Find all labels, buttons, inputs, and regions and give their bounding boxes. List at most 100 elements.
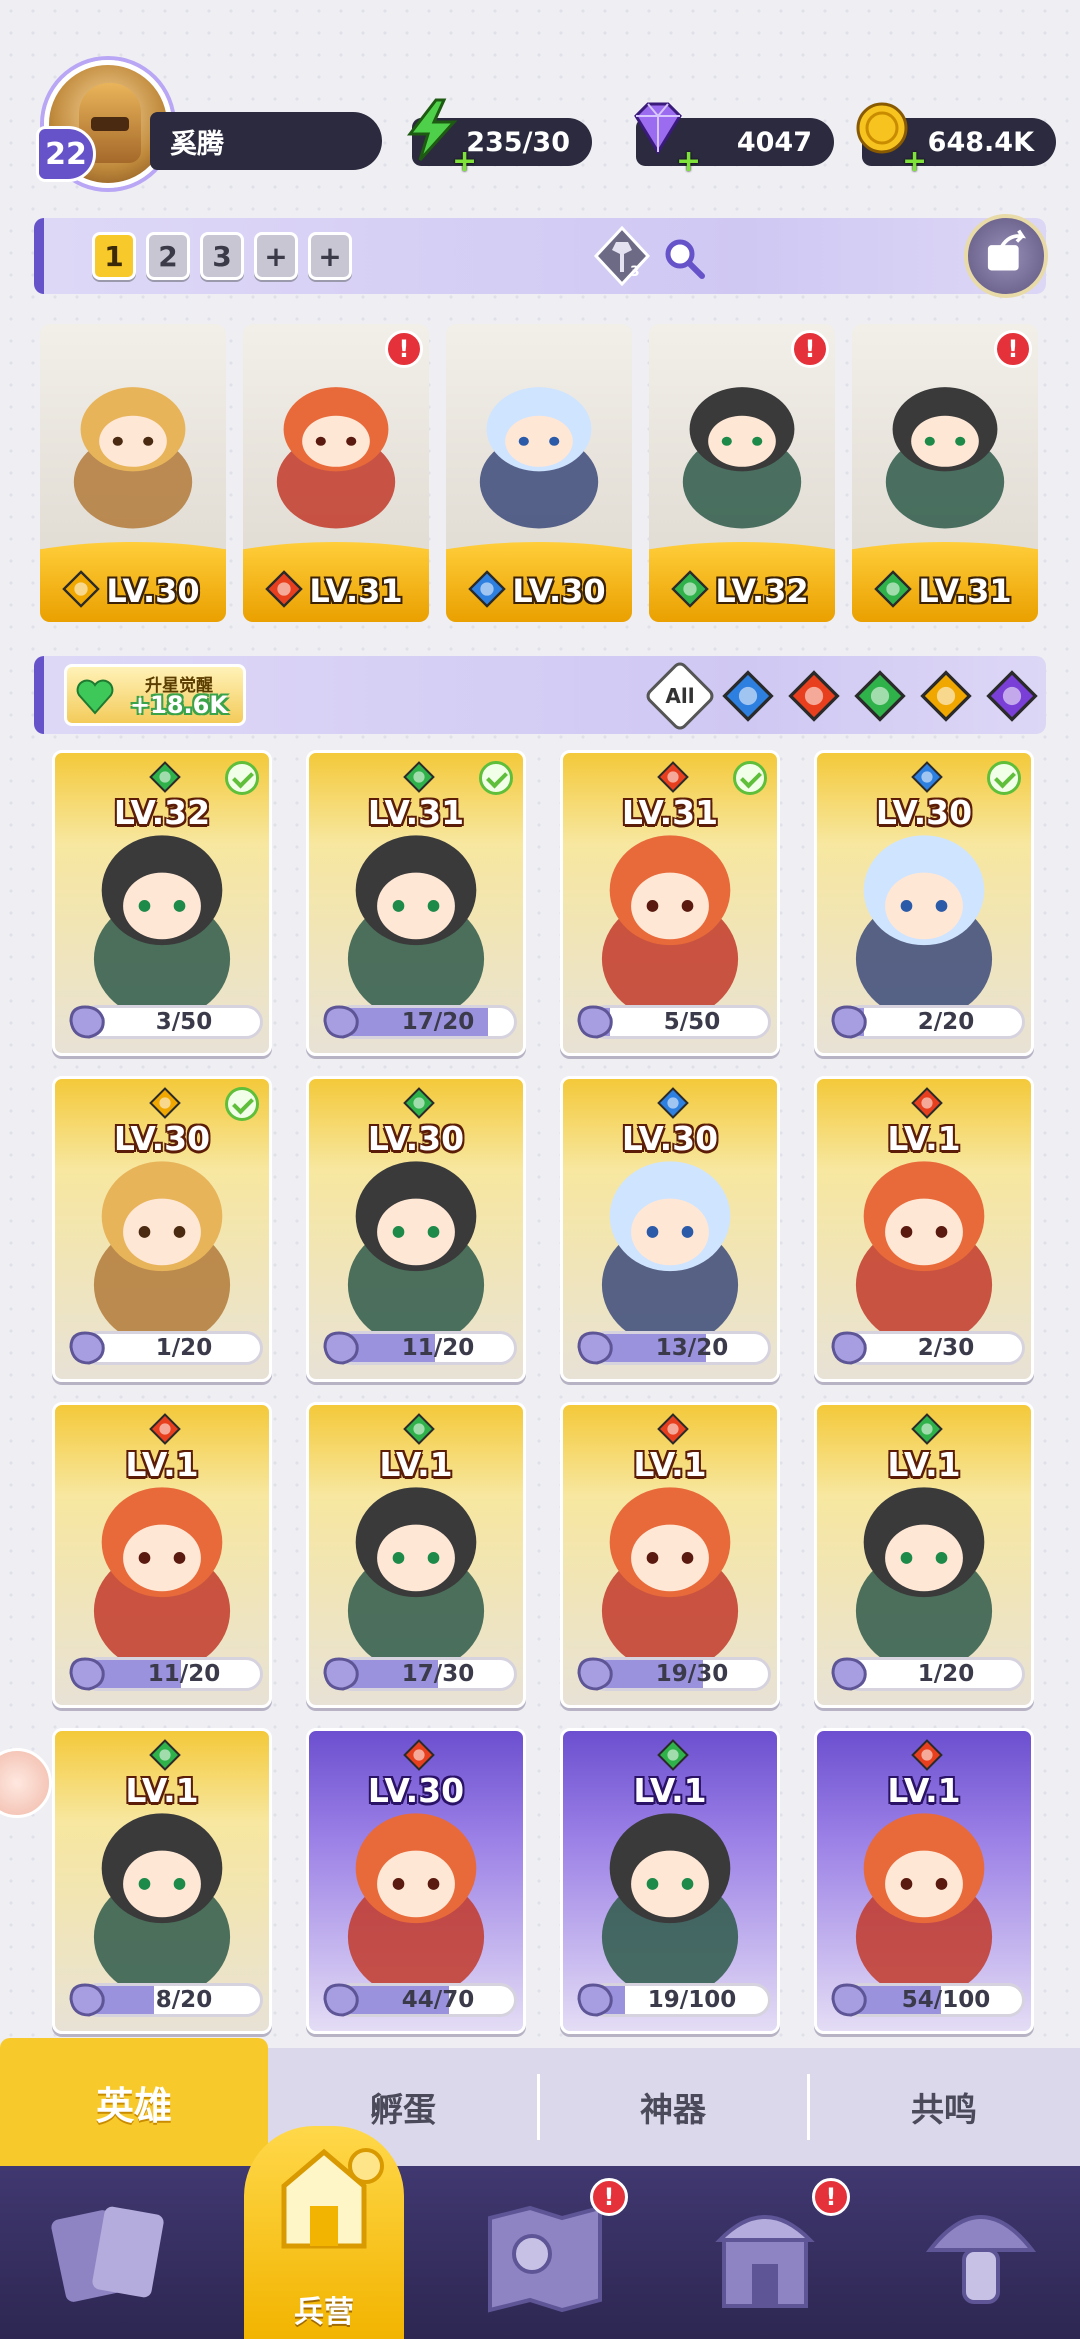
share-button[interactable] bbox=[964, 214, 1048, 298]
hero-card[interactable]: LV.32 3/50 bbox=[52, 750, 272, 1056]
fire-element-icon bbox=[403, 1739, 435, 1771]
hero-card[interactable]: LV.1 8/20 bbox=[52, 1728, 272, 2034]
shard-icon bbox=[69, 1005, 105, 1039]
team-slot-2[interactable]: 2 bbox=[146, 232, 190, 280]
tab-resonance[interactable]: 共鸣 bbox=[808, 2048, 1080, 2166]
team-member-card[interactable]: LV.30 bbox=[40, 324, 226, 622]
shard-icon bbox=[831, 1331, 867, 1365]
gem-counter[interactable]: + 4047 bbox=[634, 102, 834, 179]
team-member-level: LV.31 bbox=[309, 572, 403, 610]
shard-progress-text: 19/30 bbox=[655, 1661, 729, 1687]
shard-progress-text: 54/100 bbox=[901, 1987, 991, 2013]
team-slot-3[interactable]: 3 bbox=[200, 232, 244, 280]
shard-icon bbox=[831, 1005, 867, 1039]
hero-level: LV.30 bbox=[621, 1119, 719, 1158]
gold-value: 648.4K bbox=[927, 126, 1034, 158]
shard-progress-text: 17/30 bbox=[401, 1661, 475, 1687]
nav-map[interactable]: ! bbox=[470, 2178, 628, 2324]
player-name[interactable]: 奚腾 bbox=[150, 112, 382, 170]
alert-badge: ! bbox=[994, 330, 1032, 368]
team-slot-add-1[interactable]: + bbox=[254, 232, 298, 280]
wind-element-icon bbox=[403, 1413, 435, 1445]
nav-barracks[interactable]: 兵营 bbox=[244, 2126, 404, 2339]
team-member-card[interactable]: LV.32! bbox=[649, 324, 835, 622]
shard-progress-text: 2/20 bbox=[917, 1009, 975, 1035]
filter-wind-button[interactable] bbox=[854, 670, 906, 722]
team-member-card[interactable]: LV.30 bbox=[446, 324, 632, 622]
shard-icon bbox=[323, 1657, 359, 1691]
hero-level: LV.30 bbox=[113, 1119, 211, 1158]
hero-card[interactable]: LV.30 13/20 bbox=[560, 1076, 780, 1382]
hero-card[interactable]: LV.31 17/20 bbox=[306, 750, 526, 1056]
hero-card[interactable]: LV.1 17/30 bbox=[306, 1402, 526, 1708]
fire-element-icon bbox=[911, 1739, 943, 1771]
gold-plus-icon[interactable]: + bbox=[902, 144, 927, 179]
wind-element-icon bbox=[403, 761, 435, 793]
tab-artifacts[interactable]: 神器 bbox=[538, 2048, 808, 2166]
energy-plus-icon[interactable]: + bbox=[452, 144, 477, 179]
search-icon[interactable] bbox=[662, 236, 706, 280]
hero-portrait bbox=[73, 387, 193, 529]
filter-light-button[interactable] bbox=[920, 670, 972, 722]
filter-dark-button[interactable] bbox=[986, 670, 1038, 722]
shard-progress-text: 11/20 bbox=[147, 1661, 221, 1687]
filter-water-button[interactable] bbox=[722, 670, 774, 722]
hero-portrait bbox=[479, 387, 599, 529]
nav-shrine[interactable]: ! bbox=[690, 2178, 850, 2324]
shrine-alert-badge: ! bbox=[812, 2178, 850, 2216]
hero-card[interactable]: LV.1 11/20 bbox=[52, 1402, 272, 1708]
hero-card[interactable]: LV.1 19/100 bbox=[560, 1728, 780, 2034]
shard-icon bbox=[69, 1657, 105, 1691]
hero-level: LV.1 bbox=[125, 1771, 199, 1810]
shard-progress-text: 2/30 bbox=[917, 1335, 975, 1361]
hero-card[interactable]: LV.1 2/30 bbox=[814, 1076, 1034, 1382]
water-element-icon bbox=[657, 1087, 689, 1119]
team-member-card[interactable]: LV.31! bbox=[243, 324, 429, 622]
team-selector-bar: 1 2 3 + + 3 bbox=[34, 214, 1048, 298]
shard-icon bbox=[69, 1983, 105, 2017]
hero-card[interactable]: LV.1 19/30 bbox=[560, 1402, 780, 1708]
in-team-check-icon bbox=[733, 761, 767, 795]
fire-element-icon bbox=[657, 1413, 689, 1445]
barracks-icon bbox=[281, 2148, 384, 2249]
awaken-button[interactable]: 升星觉醒 +18.6K bbox=[64, 664, 246, 726]
mushroom-icon bbox=[925, 2215, 1037, 2304]
hero-card[interactable]: LV.30 44/70 bbox=[306, 1728, 526, 2034]
shard-icon bbox=[577, 1983, 613, 2017]
axe-icon[interactable]: 3 bbox=[592, 226, 652, 286]
hero-card[interactable]: LV.1 1/20 bbox=[814, 1402, 1034, 1708]
side-helper-avatar[interactable] bbox=[0, 1748, 52, 1818]
hero-card[interactable]: LV.31 5/50 bbox=[560, 750, 780, 1056]
nav-mushroom[interactable] bbox=[906, 2184, 1056, 2324]
shard-progress-text: 17/20 bbox=[401, 1009, 475, 1035]
team-member-level: LV.31 bbox=[918, 572, 1012, 610]
team-slot-1[interactable]: 1 bbox=[92, 232, 136, 280]
heart-icon bbox=[76, 679, 114, 715]
team-member-level: LV.30 bbox=[512, 572, 606, 610]
team-member-level: LV.32 bbox=[715, 572, 809, 610]
in-team-check-icon bbox=[987, 761, 1021, 795]
hero-card[interactable]: LV.30 1/20 bbox=[52, 1076, 272, 1382]
hero-level: LV.1 bbox=[887, 1445, 961, 1484]
team-member-level: LV.30 bbox=[106, 572, 200, 610]
shard-progress-text: 5/50 bbox=[663, 1009, 721, 1035]
shard-icon bbox=[577, 1331, 613, 1365]
team-member-card[interactable]: LV.31! bbox=[852, 324, 1038, 622]
tab-heroes[interactable]: 英雄 bbox=[0, 2038, 268, 2166]
wind-element-icon bbox=[149, 1739, 181, 1771]
gold-counter[interactable]: + 648.4K bbox=[856, 102, 1056, 179]
in-team-check-icon bbox=[225, 1087, 259, 1121]
nav-cards[interactable] bbox=[36, 2184, 186, 2324]
gem-plus-icon[interactable]: + bbox=[676, 144, 701, 179]
filter-fire-button[interactable] bbox=[788, 670, 840, 722]
energy-counter[interactable]: + 235/30 bbox=[406, 98, 592, 179]
shard-progress-text: 44/70 bbox=[401, 1987, 475, 2013]
hero-card[interactable]: LV.1 54/100 bbox=[814, 1728, 1034, 2034]
shard-icon bbox=[577, 1005, 613, 1039]
hero-card[interactable]: LV.30 11/20 bbox=[306, 1076, 526, 1382]
fire-element-icon bbox=[911, 1087, 943, 1119]
team-slot-add-2[interactable]: + bbox=[308, 232, 352, 280]
hero-level: LV.31 bbox=[621, 793, 719, 832]
light-element-icon bbox=[149, 1087, 181, 1119]
hero-card[interactable]: LV.30 2/20 bbox=[814, 750, 1034, 1056]
